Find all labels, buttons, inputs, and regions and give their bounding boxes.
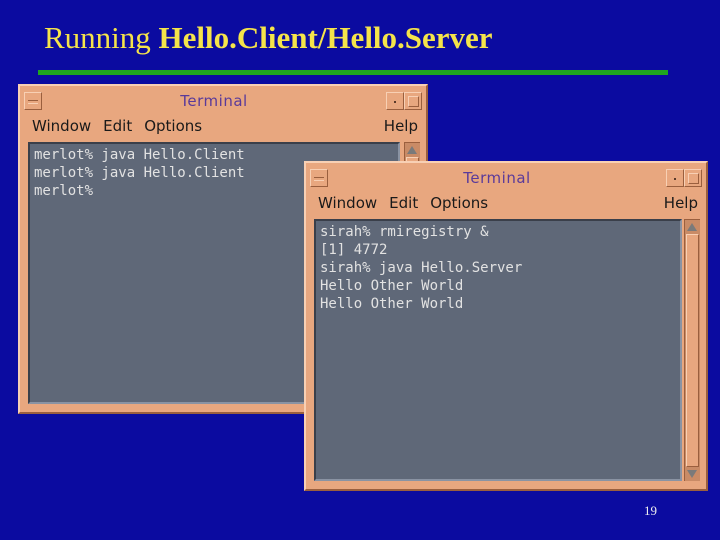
scroll-down-arrow-icon[interactable] (687, 470, 697, 478)
terminal-line: [1] 4772 (320, 242, 388, 258)
terminal-line: merlot% java Hello.Client (34, 147, 245, 163)
client-window-title: Terminal (180, 92, 248, 110)
terminal-line: merlot% java Hello.Client (34, 165, 245, 181)
menu-help[interactable]: Help (664, 194, 698, 212)
client-terminal-text: merlot% java Hello.Client merlot% java He… (34, 146, 245, 200)
server-terminal-output[interactable]: sirah% rmiregistry & [1] 4772 sirah% java … (314, 219, 682, 481)
window-menu-icon[interactable] (24, 92, 42, 110)
menu-options[interactable]: Options (430, 194, 488, 212)
maximize-icon[interactable] (684, 169, 702, 187)
terminal-line: sirah% java Hello.Server (320, 260, 523, 276)
menu-edit[interactable]: Edit (103, 117, 132, 135)
client-titlebar[interactable]: Terminal (24, 90, 422, 112)
server-titlebar[interactable]: Terminal (310, 167, 702, 189)
server-window-title: Terminal (463, 169, 531, 187)
terminal-line: sirah% rmiregistry & (320, 224, 489, 240)
server-terminal-text: sirah% rmiregistry & [1] 4772 sirah% java … (320, 223, 522, 313)
maximize-icon[interactable] (404, 92, 422, 110)
scrollbar-thumb[interactable] (686, 234, 699, 467)
terminal-line: Hello Other World (320, 278, 464, 294)
server-menubar: Window Edit Options Help (310, 191, 702, 215)
menu-window[interactable]: Window (32, 117, 91, 135)
menu-options[interactable]: Options (144, 117, 202, 135)
menu-window[interactable]: Window (318, 194, 377, 212)
minimize-icon[interactable] (386, 92, 404, 110)
scroll-up-arrow-icon[interactable] (687, 223, 697, 231)
server-scrollbar[interactable] (684, 219, 700, 481)
slide-title-bold: Hello.Client/Hello.Server (158, 20, 493, 55)
client-menubar: Window Edit Options Help (24, 114, 422, 138)
server-terminal-window[interactable]: Terminal Window Edit Options Help sirah%… (304, 161, 708, 491)
slide-title-plain: Running (44, 20, 159, 55)
terminal-line: merlot% (34, 183, 94, 199)
minimize-icon[interactable] (666, 169, 684, 187)
slide-page-number: 19 (644, 503, 657, 518)
terminal-line: Hello Other World (320, 296, 464, 312)
window-menu-icon[interactable] (310, 169, 328, 187)
slide-title: Running Hello.Client/Hello.Server (44, 20, 493, 56)
menu-help[interactable]: Help (384, 117, 418, 135)
menu-edit[interactable]: Edit (389, 194, 418, 212)
title-underline (38, 70, 668, 75)
scroll-up-arrow-icon[interactable] (407, 146, 417, 154)
